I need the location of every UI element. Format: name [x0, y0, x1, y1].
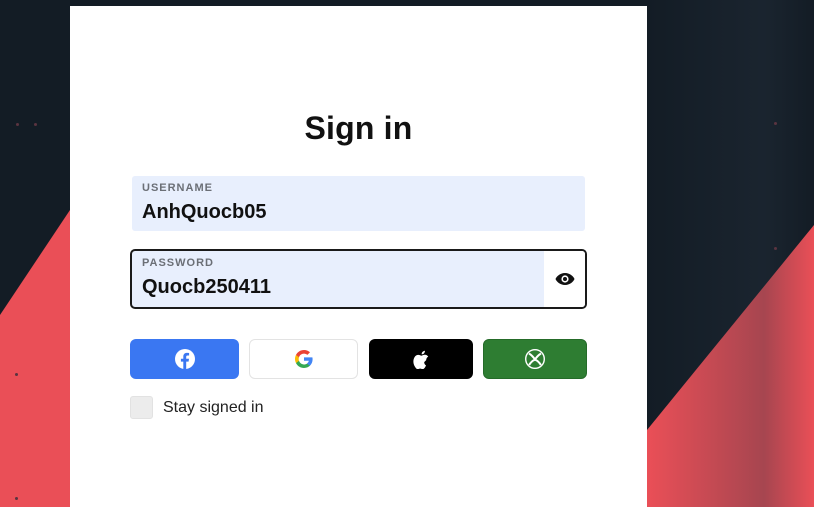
apple-signin-button[interactable] — [369, 339, 473, 379]
background-dot — [15, 497, 18, 500]
background-shade — [647, 0, 814, 507]
username-label: USERNAME — [142, 182, 213, 194]
password-label: PASSWORD — [142, 257, 214, 269]
apple-icon — [413, 350, 429, 369]
google-signin-button[interactable] — [249, 339, 358, 379]
show-password-button[interactable] — [544, 251, 585, 307]
google-icon — [294, 350, 313, 368]
eye-icon — [555, 273, 574, 285]
background-dot — [774, 247, 777, 250]
background-dot — [34, 123, 37, 126]
background-dot — [774, 122, 777, 125]
username-input[interactable]: AnhQuocb05 — [142, 201, 266, 224]
signin-card: Sign in USERNAME AnhQuocb05 PASSWORD Quo… — [70, 6, 647, 507]
page-title: Sign in — [304, 110, 413, 146]
password-input[interactable]: Quocb250411 — [142, 276, 271, 299]
facebook-icon — [174, 349, 195, 369]
xbox-icon — [525, 349, 545, 369]
stay-signed-in-row[interactable]: Stay signed in — [130, 396, 264, 419]
username-field[interactable]: USERNAME AnhQuocb05 — [132, 176, 585, 231]
background-dot — [15, 373, 18, 376]
facebook-signin-button[interactable] — [130, 339, 239, 379]
stay-signed-in-checkbox[interactable] — [130, 396, 153, 419]
stay-signed-in-label[interactable]: Stay signed in — [163, 399, 264, 417]
password-field[interactable]: PASSWORD Quocb250411 — [130, 249, 587, 309]
xbox-signin-button[interactable] — [483, 339, 587, 379]
background-dot — [16, 123, 19, 126]
